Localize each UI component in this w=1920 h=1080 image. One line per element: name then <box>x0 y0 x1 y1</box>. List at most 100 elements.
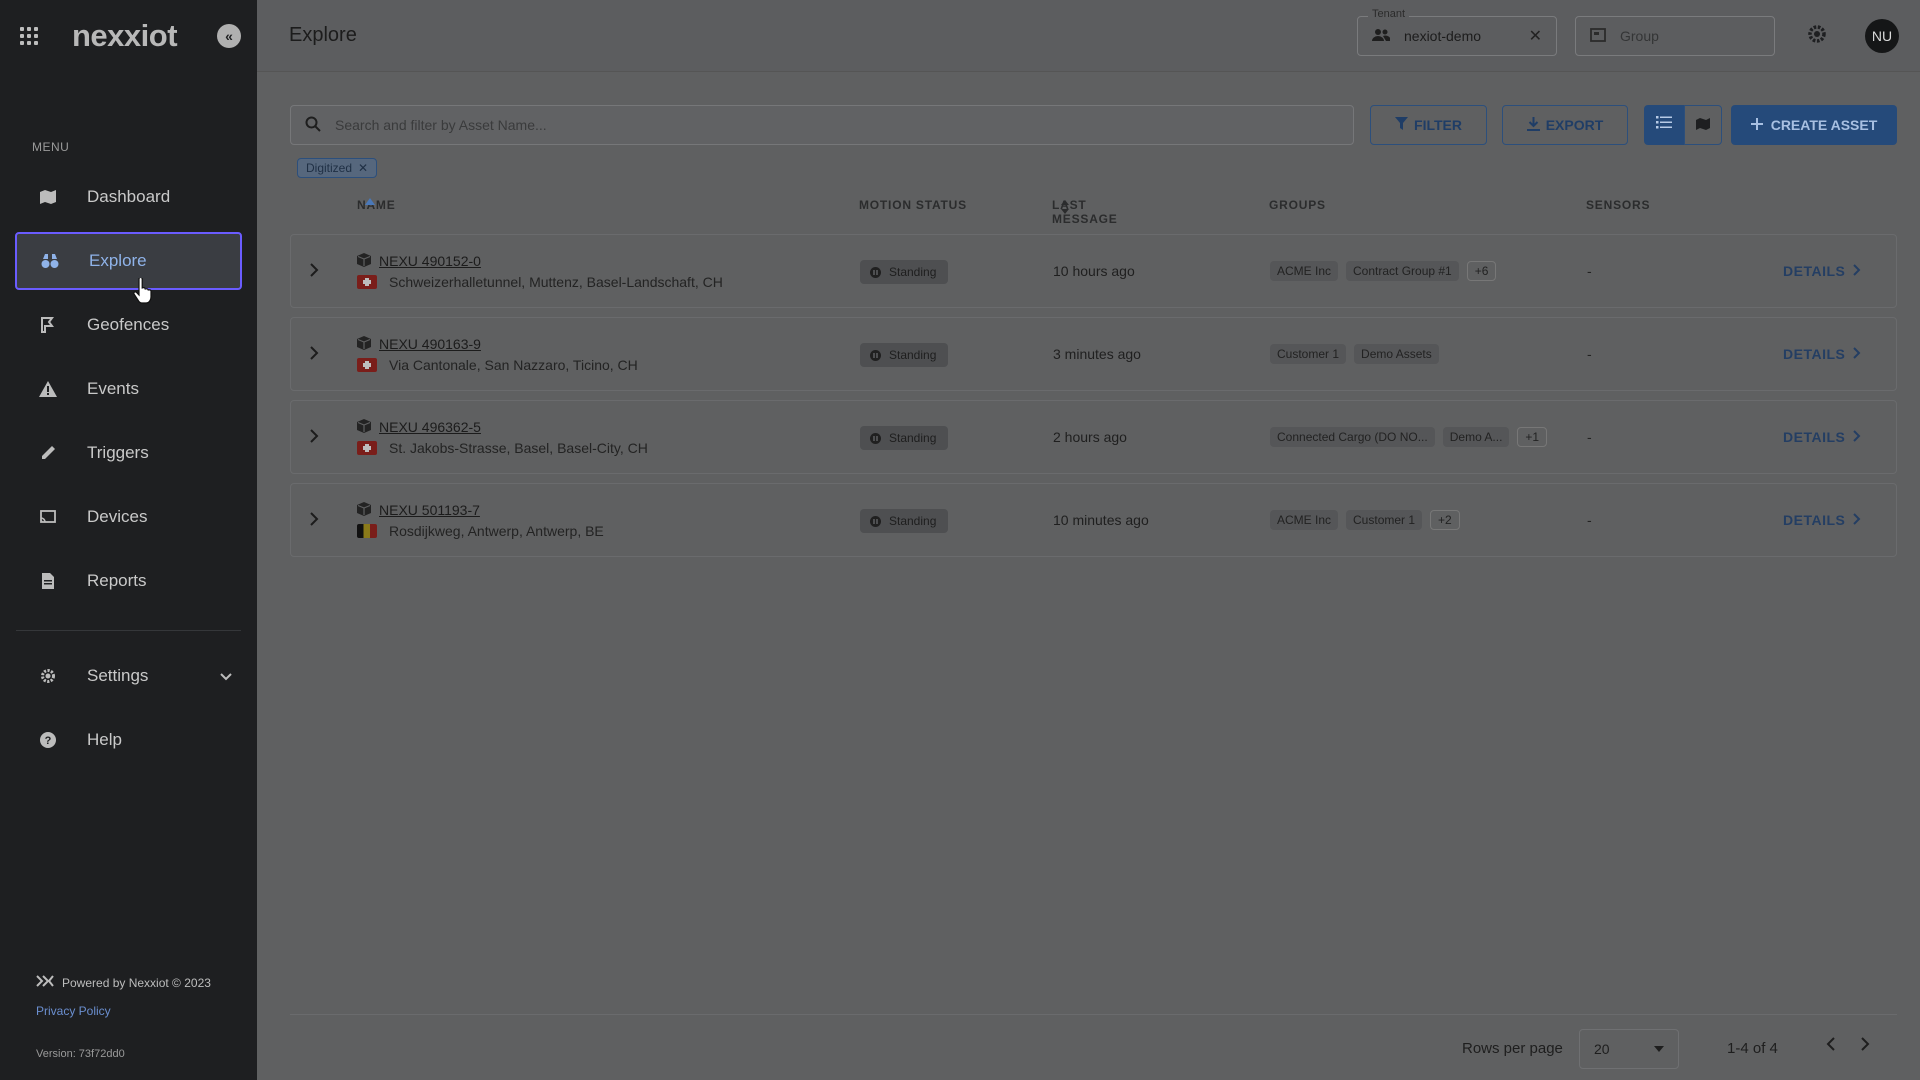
sidebar-item-geofences[interactable]: Geofences <box>15 296 242 354</box>
table-row[interactable]: NEXU 501193-7 Rosdijkweg, Antwerp, Antwe… <box>290 483 1897 557</box>
filter-label: FILTER <box>1414 117 1462 133</box>
more-groups-tag[interactable]: +2 <box>1430 510 1460 530</box>
details-link[interactable]: DETAILS <box>1783 263 1861 279</box>
theme-settings-icon[interactable] <box>1807 24 1827 50</box>
sidebar-nav: Dashboard Explore Geofences Events Trigg… <box>0 168 257 616</box>
nexxiot-mark-icon <box>36 975 54 990</box>
app-logo[interactable]: nexxiot <box>72 18 178 54</box>
group-select[interactable]: Group <box>1575 16 1775 56</box>
asset-name-link[interactable]: NEXU 501193-7 <box>379 502 480 518</box>
binoculars-icon <box>41 252 59 270</box>
group-tags: Connected Cargo (DO NO... Demo A... +1 <box>1270 427 1548 447</box>
details-label: DETAILS <box>1783 346 1846 362</box>
sidebar-item-reports[interactable]: Reports <box>15 552 242 610</box>
pagination-range: 1-4 of 4 <box>1727 1040 1778 1057</box>
group-tag: ACME Inc <box>1270 510 1339 530</box>
clear-tenant-icon[interactable]: ✕ <box>1529 26 1542 46</box>
sidebar-item-label: Events <box>87 379 139 398</box>
column-header-groups: GROUPS <box>1269 198 1326 212</box>
sidebar-item-dashboard[interactable]: Dashboard <box>15 168 242 226</box>
help-row[interactable]: ? Help <box>15 711 242 769</box>
asset-address: Via Cantonale, San Nazzaro, Ticino, CH <box>389 357 638 373</box>
dropdown-caret-icon <box>1654 1046 1664 1052</box>
asset-name-link[interactable]: NEXU 490163-9 <box>379 336 481 352</box>
hand-cursor-icon <box>133 276 153 304</box>
details-label: DETAILS <box>1783 263 1846 279</box>
asset-name-link[interactable]: NEXU 496362-5 <box>379 419 481 435</box>
search-icon <box>305 116 321 135</box>
export-button[interactable]: EXPORT <box>1502 105 1628 145</box>
sidebar-item-devices[interactable]: Devices <box>15 488 242 546</box>
sidebar-item-triggers[interactable]: Triggers <box>15 424 242 482</box>
details-link[interactable]: DETAILS <box>1783 429 1861 445</box>
column-header-motion: MOTION STATUS <box>859 198 967 212</box>
list-view-toggle[interactable] <box>1644 105 1684 145</box>
remove-chip-icon[interactable]: ✕ <box>358 161 368 175</box>
expand-chevron-icon[interactable] <box>309 428 319 449</box>
asset-cube-icon <box>357 419 371 436</box>
column-header-last-message[interactable]: LAST MESSAGE <box>1052 198 1117 226</box>
top-bar: Explore Tenant nexiot-demo ✕ Group NU <box>257 0 1920 72</box>
table-row[interactable]: NEXU 490152-0 Schweizerhalletunnel, Mutt… <box>290 234 1897 308</box>
group-tags: ACME Inc Customer 1 +2 <box>1270 510 1460 530</box>
asset-cube-icon <box>357 502 371 519</box>
details-link[interactable]: DETAILS <box>1783 512 1861 528</box>
motion-status-label: Standing <box>889 348 937 362</box>
version-text: Version: 73f72dd0 <box>36 1048 125 1060</box>
filter-chip[interactable]: Digitized ✕ <box>297 158 378 178</box>
users-icon <box>1372 28 1391 44</box>
column-header-name[interactable]: NAME <box>357 198 395 212</box>
tenant-select[interactable]: Tenant nexiot-demo ✕ <box>1357 8 1557 56</box>
asset-name-link[interactable]: NEXU 490152-0 <box>379 253 481 269</box>
sidebar-header: nexxiot « <box>0 0 257 72</box>
rows-per-page-select[interactable]: 20 <box>1579 1029 1679 1069</box>
pencil-icon <box>39 444 57 462</box>
sidebar-item-explore[interactable]: Explore <box>15 232 242 290</box>
powered-by-text: Powered by Nexxiot © 2023 <box>62 975 211 990</box>
sidebar-divider <box>16 630 241 631</box>
asset-cube-icon <box>357 253 371 270</box>
list-icon <box>1656 116 1672 134</box>
table-row[interactable]: NEXU 496362-5 St. Jakobs-Strasse, Basel,… <box>290 400 1897 474</box>
collapse-sidebar-icon[interactable]: « <box>217 24 241 48</box>
motion-status-badge: Standing <box>860 426 949 450</box>
sidebar-item-settings[interactable]: Settings <box>15 647 242 705</box>
expand-chevron-icon[interactable] <box>309 345 319 366</box>
expand-chevron-icon[interactable] <box>309 511 319 532</box>
sidebar-item-events[interactable]: Events <box>15 360 242 418</box>
table-row[interactable]: NEXU 490163-9 Via Cantonale, San Nazzaro… <box>290 317 1897 391</box>
apps-grid-icon[interactable] <box>20 27 38 45</box>
next-page-icon[interactable] <box>1860 1036 1870 1057</box>
create-asset-button[interactable]: CREATE ASSET <box>1731 105 1897 145</box>
powered-by: Powered by Nexxiot © 2023 <box>36 975 211 990</box>
details-link[interactable]: DETAILS <box>1783 346 1861 362</box>
privacy-policy-link[interactable]: Privacy Policy <box>36 1004 211 1018</box>
dashboard-icon <box>39 188 57 206</box>
previous-page-icon[interactable] <box>1826 1036 1836 1057</box>
filter-button[interactable]: FILTER <box>1370 105 1487 145</box>
more-groups-tag[interactable]: +1 <box>1517 427 1548 447</box>
map-view-toggle[interactable] <box>1684 105 1722 145</box>
user-avatar[interactable]: NU <box>1865 19 1899 53</box>
motion-status-label: Standing <box>889 514 937 528</box>
last-message: 3 minutes ago <box>1053 346 1141 362</box>
sidebar-item-help[interactable]: ? Help <box>15 711 242 769</box>
sensors-value: - <box>1587 263 1592 279</box>
expand-chevron-icon[interactable] <box>309 262 319 283</box>
pause-icon <box>870 515 881 527</box>
details-label: DETAILS <box>1783 512 1846 528</box>
gear-icon <box>39 667 57 685</box>
rows-per-page-label: Rows per page <box>1462 1040 1563 1057</box>
search-input[interactable]: Search and filter by Asset Name... <box>290 105 1354 145</box>
more-groups-tag[interactable]: +6 <box>1466 261 1497 281</box>
page-title: Explore <box>289 24 357 46</box>
sidebar-item-label: Explore <box>89 251 147 270</box>
asset-address: Rosdijkweg, Antwerp, Antwerp, BE <box>389 523 604 539</box>
device-icon <box>39 508 57 526</box>
pause-icon <box>870 266 881 278</box>
group-tag: Connected Cargo (DO NO... <box>1270 427 1435 447</box>
group-tags: ACME Inc Contract Group #1 +6 <box>1270 261 1497 281</box>
map-icon <box>1695 117 1711 134</box>
group-tags: Customer 1 Demo Assets <box>1270 344 1439 364</box>
settings-row[interactable]: Settings <box>15 647 242 705</box>
